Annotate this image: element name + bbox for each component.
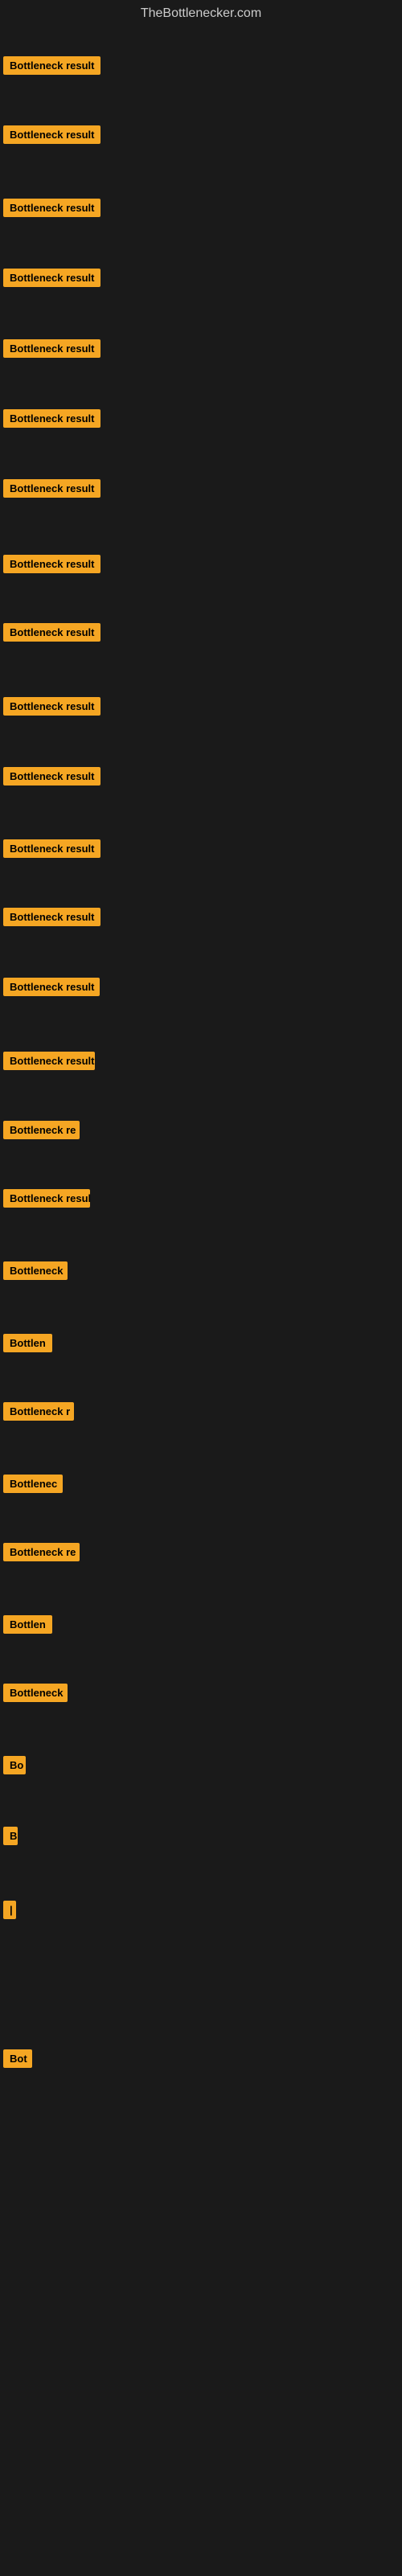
bottleneck-item-18: Bottleneck bbox=[3, 1261, 68, 1284]
bottleneck-item-6: Bottleneck result bbox=[3, 409, 100, 432]
bottleneck-item-10: Bottleneck result bbox=[3, 697, 100, 720]
bottleneck-badge-16: Bottleneck re bbox=[3, 1121, 80, 1139]
bottleneck-item-20: Bottleneck r bbox=[3, 1402, 74, 1425]
bottleneck-item-22: Bottleneck re bbox=[3, 1543, 80, 1565]
bottleneck-item-19: Bottlen bbox=[3, 1334, 52, 1356]
bottleneck-item-12: Bottleneck result bbox=[3, 839, 100, 862]
bottleneck-badge-4: Bottleneck result bbox=[3, 269, 100, 287]
bottleneck-badge-20: Bottleneck r bbox=[3, 1402, 74, 1421]
bottleneck-item-24: Bottleneck bbox=[3, 1684, 68, 1706]
bottleneck-badge-13: Bottleneck result bbox=[3, 908, 100, 926]
bottleneck-item-13: Bottleneck result bbox=[3, 908, 100, 930]
bottleneck-item-27: | bbox=[3, 1901, 16, 1923]
bottleneck-badge-26: B bbox=[3, 1827, 18, 1845]
bottleneck-item-26: B bbox=[3, 1827, 18, 1849]
bottleneck-item-15: Bottleneck result bbox=[3, 1052, 95, 1074]
bottleneck-badge-14: Bottleneck result bbox=[3, 978, 100, 996]
bottleneck-item-1: Bottleneck result bbox=[3, 56, 100, 79]
bottleneck-badge-18: Bottleneck bbox=[3, 1261, 68, 1280]
bottleneck-item-23: Bottlen bbox=[3, 1615, 52, 1638]
bottleneck-item-14: Bottleneck result bbox=[3, 978, 100, 1000]
bottleneck-badge-3: Bottleneck result bbox=[3, 199, 100, 217]
bottleneck-item-8: Bottleneck result bbox=[3, 555, 100, 577]
bottleneck-badge-9: Bottleneck result bbox=[3, 623, 100, 642]
bottleneck-item-7: Bottleneck result bbox=[3, 479, 100, 502]
bottleneck-item-3: Bottleneck result bbox=[3, 199, 100, 221]
bottleneck-item-2: Bottleneck result bbox=[3, 125, 100, 148]
bottleneck-badge-27: | bbox=[3, 1901, 16, 1919]
bottleneck-item-17: Bottleneck resul bbox=[3, 1189, 90, 1212]
bottleneck-badge-2: Bottleneck result bbox=[3, 125, 100, 144]
bottleneck-item-25: Bo bbox=[3, 1756, 26, 1778]
bottleneck-badge-8: Bottleneck result bbox=[3, 555, 100, 573]
bottleneck-item-11: Bottleneck result bbox=[3, 767, 100, 790]
bottleneck-badge-25: Bo bbox=[3, 1756, 26, 1774]
bottleneck-badge-10: Bottleneck result bbox=[3, 697, 100, 716]
bottleneck-item-21: Bottlenec bbox=[3, 1475, 63, 1497]
bottleneck-badge-22: Bottleneck re bbox=[3, 1543, 80, 1561]
bottleneck-badge-6: Bottleneck result bbox=[3, 409, 100, 428]
bottleneck-badge-5: Bottleneck result bbox=[3, 339, 100, 358]
bottleneck-badge-19: Bottlen bbox=[3, 1334, 52, 1352]
bottleneck-badge-24: Bottleneck bbox=[3, 1684, 68, 1702]
bottleneck-item-4: Bottleneck result bbox=[3, 269, 100, 291]
bottleneck-badge-12: Bottleneck result bbox=[3, 839, 100, 858]
bottleneck-badge-17: Bottleneck resul bbox=[3, 1189, 90, 1208]
bottleneck-badge-11: Bottleneck result bbox=[3, 767, 100, 786]
bottleneck-item-5: Bottleneck result bbox=[3, 339, 100, 362]
bottleneck-badge-15: Bottleneck result bbox=[3, 1052, 95, 1070]
bottleneck-item-16: Bottleneck re bbox=[3, 1121, 80, 1143]
bottleneck-badge-7: Bottleneck result bbox=[3, 479, 100, 498]
bottleneck-item-9: Bottleneck result bbox=[3, 623, 100, 646]
bottleneck-item-29: Bot bbox=[3, 2049, 32, 2072]
bottleneck-badge-1: Bottleneck result bbox=[3, 56, 100, 75]
site-title: TheBottlenecker.com bbox=[0, 0, 402, 27]
bottleneck-badge-29: Bot bbox=[3, 2049, 32, 2068]
bottleneck-badge-23: Bottlen bbox=[3, 1615, 52, 1634]
bottleneck-badge-21: Bottlenec bbox=[3, 1475, 63, 1493]
